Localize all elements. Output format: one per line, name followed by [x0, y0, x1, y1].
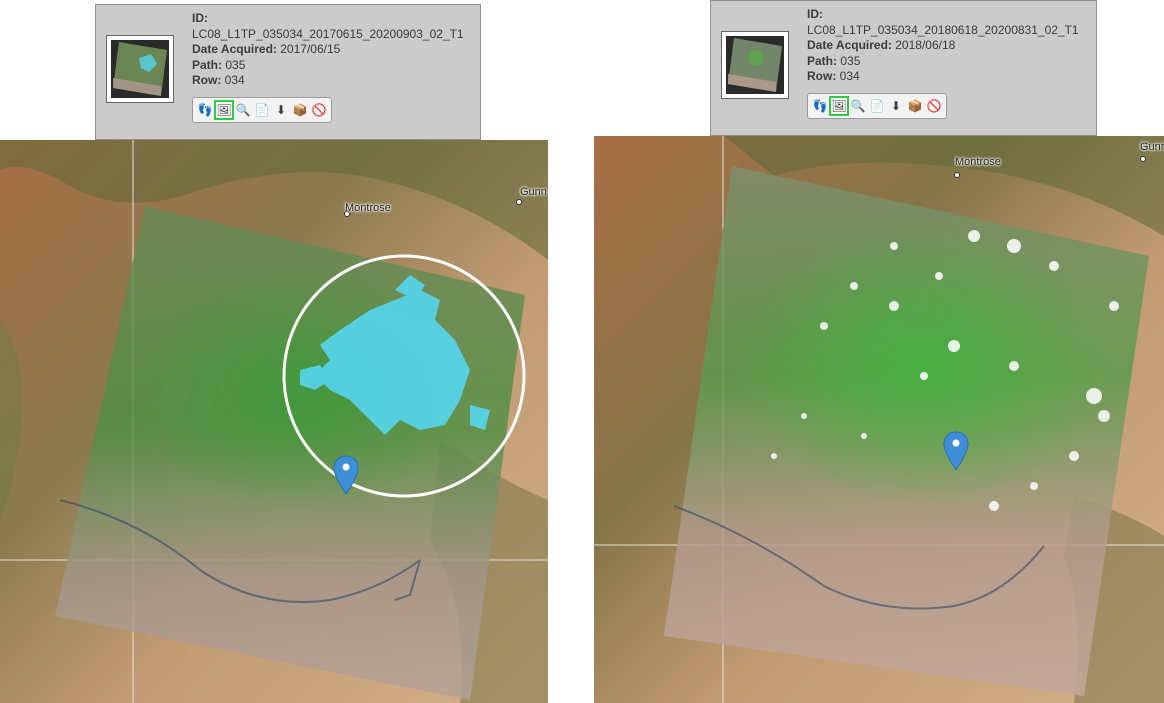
row-label: Row:	[807, 69, 837, 83]
id-label: ID:	[807, 7, 823, 21]
scene-info-card-right: ID: LC08_L1TP_035034_20180618_20200831_0…	[710, 0, 1097, 136]
compare-icon[interactable]: 📄	[254, 102, 270, 118]
place-dot-gunnison	[1140, 156, 1146, 162]
date-value: 2018/06/18	[895, 38, 956, 52]
thumbnail-image	[726, 36, 784, 94]
date-label: Date Acquired:	[807, 38, 892, 52]
row-value: 034	[839, 69, 860, 83]
place-dot-montrose	[954, 172, 960, 178]
order-icon[interactable]: 📦	[292, 102, 308, 118]
scene-panel-left: Montrose Gunn ID: LC08_L1TP_035034_20170…	[0, 0, 548, 703]
date-label: Date Acquired:	[192, 42, 277, 56]
thumbnail-image	[111, 40, 169, 98]
scene-thumbnail[interactable]	[106, 35, 174, 103]
scene-toolbar: 👣 🖼 🔍 📄 ⬇ 📦 🚫	[192, 97, 332, 123]
path-value: 035	[840, 53, 861, 68]
path-label: Path:	[192, 57, 222, 72]
map-view-right[interactable]: Montrose Gunr	[594, 136, 1164, 703]
path-value: 035	[225, 57, 246, 72]
location-marker-icon[interactable]	[333, 455, 359, 495]
date-value: 2017/06/15	[280, 42, 341, 56]
metadata-icon[interactable]: 🔍	[850, 98, 866, 114]
scene-id: LC08_L1TP_035034_20180618_20200831_02_T1	[807, 22, 1079, 37]
scene-panel-right: Montrose Gunr ID: LC08_L1TP_035034_20180…	[594, 0, 1164, 703]
place-dot-gunnison	[516, 199, 522, 205]
overlay-icon[interactable]: 🖼	[214, 100, 234, 120]
overlay-icon[interactable]: 🖼	[829, 96, 849, 116]
place-label-gunnison: Gunr	[1140, 141, 1164, 153]
map-canvas	[594, 136, 1164, 703]
map-canvas	[0, 140, 548, 703]
place-label-montrose: Montrose	[955, 156, 1001, 168]
exclude-icon[interactable]: 🚫	[311, 102, 327, 118]
scene-toolbar: 👣 🖼 🔍 📄 ⬇ 📦 🚫	[807, 93, 947, 119]
row-label: Row:	[192, 73, 222, 87]
place-label-gunnison: Gunn	[520, 186, 547, 198]
map-view-left[interactable]: Montrose Gunn	[0, 140, 548, 703]
metadata-icon[interactable]: 🔍	[235, 102, 251, 118]
scene-id: LC08_L1TP_035034_20170615_20200903_02_T1	[192, 26, 464, 41]
path-label: Path:	[807, 53, 837, 68]
row-value: 034	[224, 73, 245, 87]
compare-icon[interactable]: 📄	[869, 98, 885, 114]
footprint-icon[interactable]: 👣	[197, 102, 213, 118]
scene-thumbnail[interactable]	[721, 31, 789, 99]
order-icon[interactable]: 📦	[907, 98, 923, 114]
download-icon[interactable]: ⬇	[273, 102, 289, 118]
place-label-montrose: Montrose	[345, 202, 391, 214]
id-label: ID:	[192, 11, 208, 25]
scene-metadata: ID: LC08_L1TP_035034_20170615_20200903_0…	[192, 11, 464, 89]
exclude-icon[interactable]: 🚫	[926, 98, 942, 114]
location-marker-icon[interactable]	[943, 431, 969, 471]
footprint-icon[interactable]: 👣	[812, 98, 828, 114]
download-icon[interactable]: ⬇	[888, 98, 904, 114]
scene-metadata: ID: LC08_L1TP_035034_20180618_20200831_0…	[807, 7, 1079, 85]
scene-info-card-left: ID: LC08_L1TP_035034_20170615_20200903_0…	[95, 4, 481, 140]
